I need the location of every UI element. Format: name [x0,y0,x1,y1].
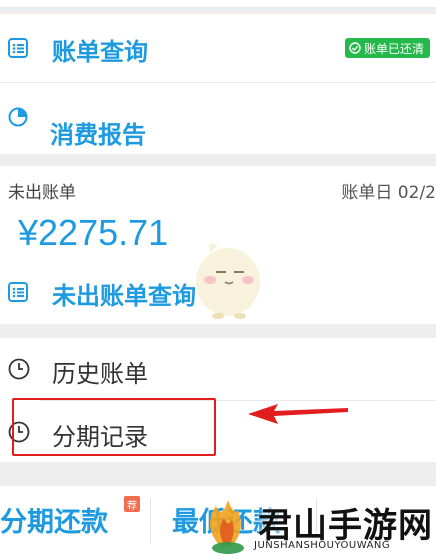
unissued-query-label: 未出账单查询 [52,282,196,310]
recommend-tag: 荐 [124,496,140,512]
top-accent-line [0,7,436,10]
bill-query-label: 账单查询 [52,38,148,66]
history-bill-row[interactable]: 历史账单 [0,338,436,400]
unissued-bill-title: 未出账单 [8,183,76,203]
pie-chart-icon [8,107,28,127]
action-separator [150,498,151,544]
watermark-subtitle: JUNSHANSHOUYOUWANG [254,540,391,551]
mascot-illustration [196,243,260,319]
list-icon [8,38,28,58]
bill-day: 账单日 02/2 [341,183,436,203]
bill-menu-card: 账单查询 账单已还清 消费报告 [0,14,436,154]
bill-paid-badge: 账单已还清 [344,38,430,58]
unissued-amount: ¥2275.71 [18,212,169,253]
check-circle-icon [349,42,361,54]
bill-paid-text: 账单已还清 [363,41,424,56]
consumption-report-label: 消费报告 [50,121,146,149]
history-bill-label: 历史账单 [52,360,148,388]
clock-icon [8,358,30,380]
top-strip [0,0,436,10]
consumption-report-row[interactable]: 消费报告 [0,83,436,151]
list-icon [8,282,28,302]
installment-repay-button[interactable]: 分期还款 [0,500,108,539]
red-arrow-annotation [248,404,348,424]
highlight-box [12,398,216,456]
